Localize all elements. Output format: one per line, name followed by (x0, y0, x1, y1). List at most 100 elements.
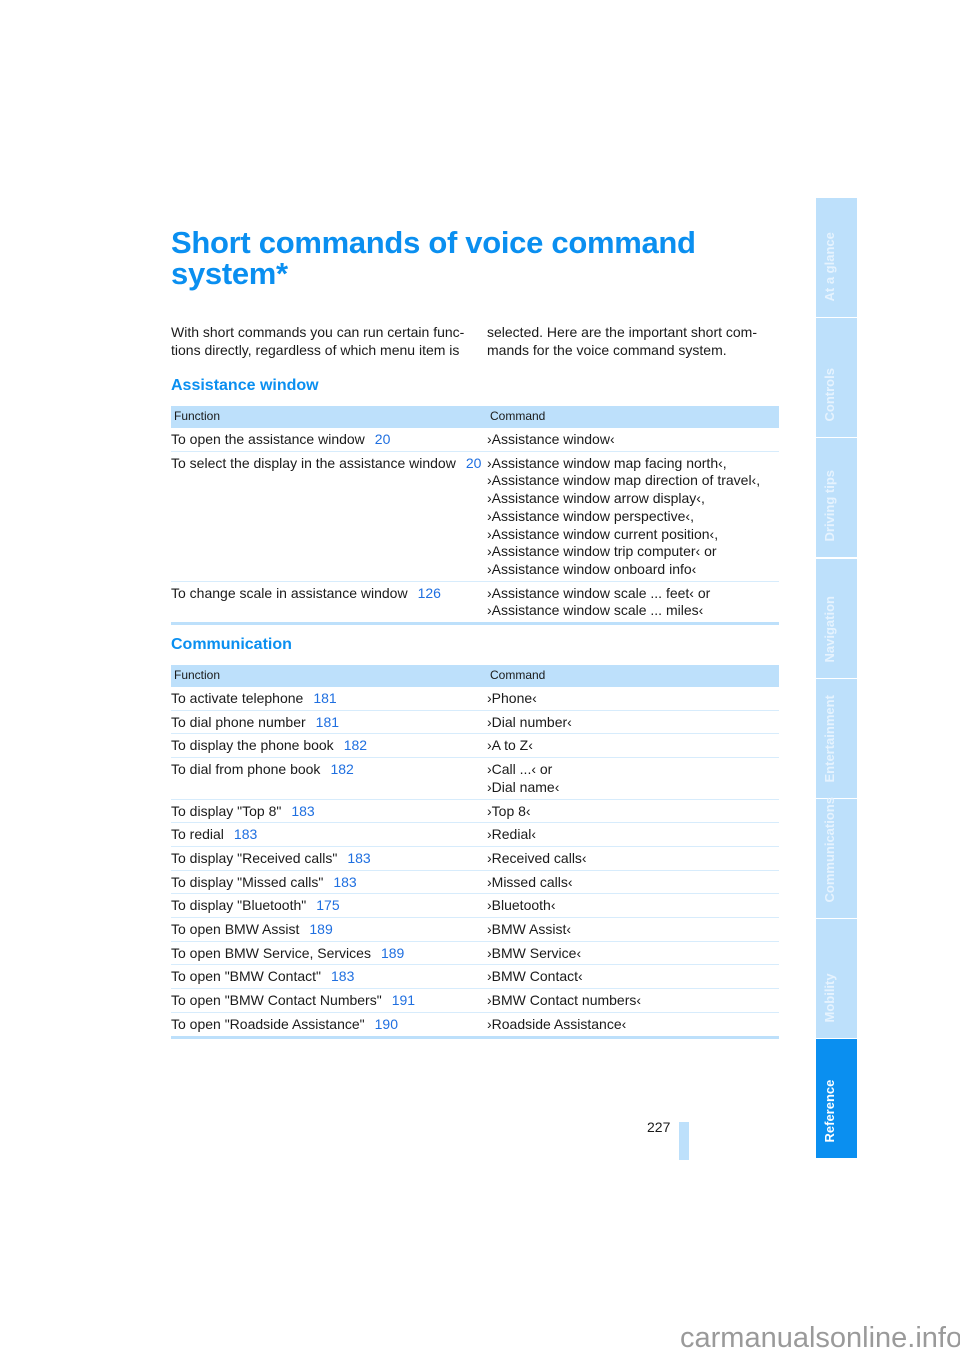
side-tab-label: Reference (822, 1079, 837, 1143)
command-line: ›Received calls‹ (487, 849, 587, 866)
command-cell: ›BMW Service‹ (487, 940, 779, 965)
command-cell: ›Call ...‹ or ›Dial name‹ (487, 757, 779, 800)
table-row: To change scale in assistance window 126 ›… (171, 580, 779, 624)
side-tab-navigation[interactable]: Navigation (816, 558, 857, 678)
command-cell: ›Dial number‹ (487, 709, 779, 734)
function-cell: To change scale in assistance window 126 (171, 580, 487, 624)
command-line: ›Missed calls‹ (487, 873, 573, 890)
table-row: To display the phone book 182 ›A to Z‹ (171, 733, 779, 758)
header-function: Function (171, 665, 487, 687)
command-line: ›Assistance window onboard info‹ (487, 560, 697, 577)
side-tab-controls[interactable]: Controls (816, 318, 857, 438)
command-cell: ›Phone‹ (487, 687, 779, 710)
table-row: To display "Missed calls" 183 ›Missed call… (171, 869, 779, 894)
side-tab-label: Driving tips (822, 470, 837, 542)
command-line: ›Bluetooth‹ (487, 897, 556, 914)
page-reference-link[interactable]: 20 (375, 431, 391, 447)
page-reference-link[interactable]: 181 (313, 690, 336, 706)
table-row: To dial from phone book 182 ›Call ...‹ or ›… (171, 757, 779, 800)
side-tab-label: Communications (822, 796, 837, 903)
page-reference-link[interactable]: 189 (381, 945, 404, 961)
command-line: ›Dial name‹ (487, 778, 560, 795)
watermark: carmanualsonline.info (680, 1322, 960, 1354)
command-line: ›BMW Contact‹ (487, 968, 583, 985)
page-reference-link[interactable]: 182 (330, 761, 353, 777)
section-heading-assistance: Assistance window (171, 377, 319, 394)
side-tab-label: Controls (822, 368, 837, 422)
table-row: To display "Top 8" 183 ›Top 8‹ (171, 798, 779, 823)
command-line: ›Assistance window perspective‹, (487, 507, 694, 524)
function-text: To dial phone number (171, 713, 306, 730)
command-cell: ›Missed calls‹ (487, 869, 779, 894)
table-row: To activate telephone 181 ›Phone‹ (171, 687, 779, 710)
command-line: ›Assistance window map facing north‹, (487, 454, 727, 471)
function-text: To activate telephone (171, 690, 304, 706)
command-line: ›BMW Assist‹ (487, 921, 571, 938)
page-reference-link[interactable]: 182 (344, 737, 367, 753)
function-text: To dial from phone book (171, 761, 321, 778)
table-row: To display "Received calls" 183 ›Received … (171, 845, 779, 871)
function-text: To open "Roadside Assistance" (171, 1015, 365, 1032)
page-reference-link[interactable]: 183 (291, 803, 314, 819)
table-row: To redial 183 ›Redial‹ (171, 822, 779, 847)
side-tab-entertainment[interactable]: Entertainment (816, 678, 857, 798)
function-text: To open BMW Service, Services (171, 944, 371, 961)
function-cell: To display "Missed calls" 183 (171, 869, 487, 894)
command-line: ›BMW Contact numbers‹ (487, 992, 642, 1009)
page-reference-link[interactable]: 126 (418, 585, 441, 601)
page-reference-link[interactable]: 183 (331, 968, 354, 984)
side-tab-label: Mobility (822, 973, 837, 1023)
function-cell: To open "BMW Contact Numbers" 191 (171, 988, 487, 1013)
page-reference-link[interactable]: 183 (347, 850, 370, 866)
command-line: ›Roadside Assistance‹ (487, 1015, 627, 1032)
command-line: ›BMW Service‹ (487, 944, 582, 961)
intro-left: With short commands you can run certain … (171, 324, 465, 358)
command-cell: ›Assistance window map facing north‹, ›As… (487, 450, 779, 582)
function-text: To open BMW Assist (171, 921, 300, 938)
page-reference-link[interactable]: 183 (234, 826, 257, 842)
command-cell: ›Assistance window‹ (487, 428, 779, 451)
side-tab-label: At a glance (822, 232, 837, 302)
page-reference-link[interactable]: 190 (375, 1016, 398, 1032)
assistance-window-table: Function Command To open the assistance wi… (171, 406, 779, 626)
page-reference-link[interactable]: 175 (316, 897, 339, 913)
side-tab-label: Navigation (822, 595, 837, 663)
table-row: To open BMW Assist 189 ›BMW Assist‹ (171, 917, 779, 942)
function-text: To display the phone book (171, 737, 334, 754)
page-reference-link[interactable]: 181 (316, 714, 339, 730)
command-cell: ›Bluetooth‹ (487, 893, 779, 918)
command-cell: ›A to Z‹ (487, 733, 779, 758)
page-title: Short commands of voice command system* (171, 225, 696, 291)
side-tab-communications[interactable]: Communications (816, 796, 857, 918)
command-line: ›Top 8‹ (487, 802, 531, 819)
function-text: To display "Missed calls" (171, 873, 324, 890)
intro-right: selected. Here are the important short c… (487, 324, 758, 358)
table-header: Function Command (171, 406, 779, 428)
side-tab-driving-tips[interactable]: Driving tips (816, 438, 857, 558)
function-text: To change scale in assistance window (171, 584, 408, 601)
table-row: To select the display in the assistance … (171, 450, 779, 582)
page-reference-link[interactable]: 191 (392, 992, 415, 1008)
side-tab-mobility[interactable]: Mobility (816, 919, 857, 1039)
function-cell: To open the assistance window 20 (171, 428, 487, 451)
function-cell: To open BMW Service, Services 189 (171, 940, 487, 965)
function-cell: To display "Received calls" 183 (171, 845, 487, 871)
command-line: ›Assistance window scale ... feet‹ or (487, 584, 711, 601)
command-line: ›Assistance window scale ... miles‹ (487, 602, 704, 619)
function-text: To redial (171, 826, 224, 843)
function-cell: To display the phone book 182 (171, 733, 487, 758)
page-reference-link[interactable]: 189 (309, 921, 332, 937)
side-tabs: At a glance Controls Driving tips Navigatio… (816, 198, 857, 1160)
command-line: ›Assistance window arrow display‹, (487, 490, 705, 507)
command-cell: ›BMW Assist‹ (487, 917, 779, 942)
command-cell: ›Top 8‹ (487, 798, 779, 823)
page-number: 227 (647, 1119, 671, 1135)
page-reference-link[interactable]: 20 (466, 455, 482, 471)
page-reference-link[interactable]: 183 (333, 874, 356, 890)
communication-table: Function Command To activate telephone 181 ›… (171, 665, 779, 1039)
function-text: To display "Received calls" (171, 849, 338, 866)
header-command: Command (487, 665, 779, 687)
side-tab-at-a-glance[interactable]: At a glance (816, 198, 857, 317)
side-tab-reference[interactable]: Reference (816, 1039, 857, 1159)
command-cell: ›Received calls‹ (487, 845, 779, 871)
